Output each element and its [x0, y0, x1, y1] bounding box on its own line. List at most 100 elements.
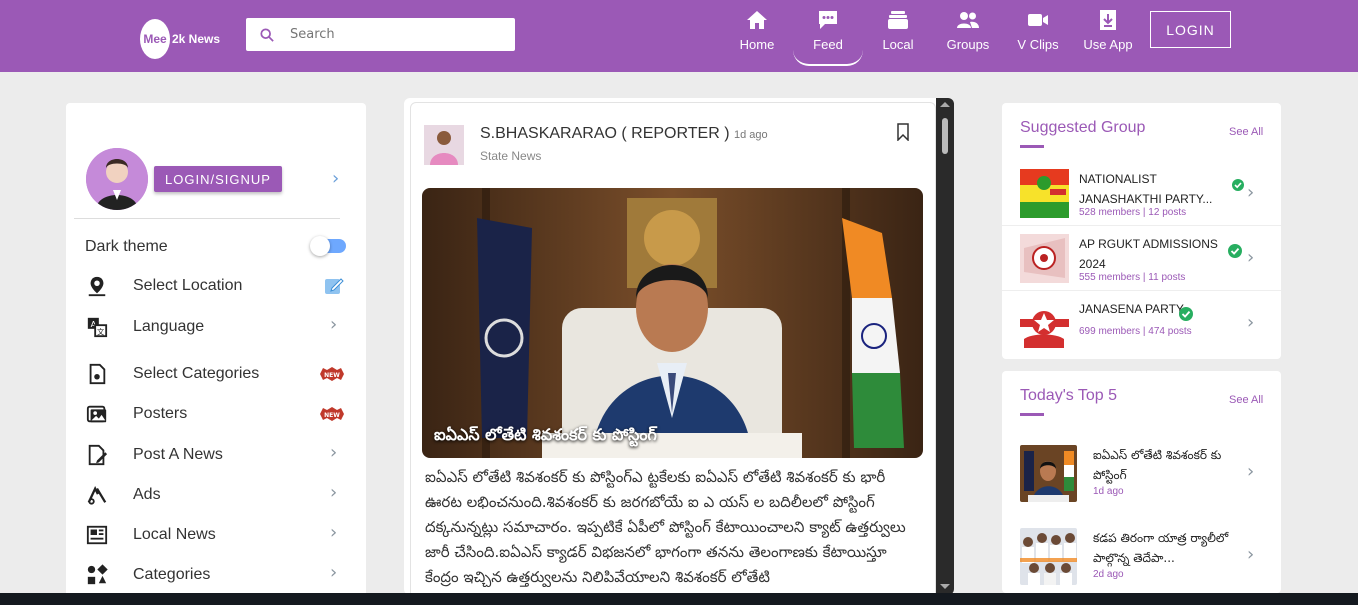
- sidebar-item-ads[interactable]: Ads ›: [66, 479, 366, 511]
- top5-thumbnail: [1020, 528, 1077, 585]
- title-underline: [1020, 413, 1044, 416]
- group-name: AP RGUKT ADMISSIONS 2024: [1079, 237, 1218, 271]
- svg-text:NEW: NEW: [324, 412, 340, 419]
- top5-title-text: ఐఏఎస్ లోతేటి శివశంకర్ కు పోస్టింగ్: [1093, 448, 1222, 482]
- group-item[interactable]: JANASENA PARTY 699 members | 474 posts ›: [1002, 292, 1281, 356]
- suggested-group-title: Suggested Group: [1020, 119, 1146, 136]
- group-thumbnail: [1020, 234, 1069, 283]
- grid-shapes-icon: [87, 564, 108, 585]
- nav-label: Local: [882, 37, 914, 52]
- chevron-right-icon: ›: [1247, 312, 1255, 333]
- language-icon: A文: [87, 317, 108, 338]
- group-logo-icon: [1020, 299, 1069, 348]
- sidebar-item-select-categories[interactable]: Select Categories NEW: [66, 358, 366, 390]
- top-navbar: Mee 2k News Home Feed Local Groups V Cli…: [0, 0, 1358, 72]
- chevron-right-icon: ›: [330, 314, 338, 335]
- feed-scrollbar[interactable]: [936, 98, 954, 595]
- title-underline: [1020, 145, 1044, 148]
- stack-icon: [888, 11, 908, 29]
- chat-icon: [819, 11, 837, 29]
- chevron-right-icon: ›: [330, 482, 338, 503]
- local-news-icon: [86, 525, 108, 545]
- suggested-group-panel: Suggested Group See All NATIONALIST JANA…: [1002, 103, 1281, 359]
- sidebar-item-local-news[interactable]: Local News ›: [66, 519, 366, 551]
- top5-title: Today's Top 5: [1020, 387, 1118, 404]
- nav-label: Use App: [1083, 37, 1133, 52]
- home-icon: [747, 11, 767, 29]
- search-box[interactable]: [246, 18, 515, 51]
- sidebar-item-categories[interactable]: Categories ›: [66, 559, 366, 591]
- chevron-right-icon[interactable]: ›: [332, 168, 339, 189]
- author-avatar[interactable]: [424, 125, 464, 165]
- new-badge-icon: NEW: [320, 367, 344, 381]
- nav-groups[interactable]: Groups: [933, 8, 1003, 52]
- left-sidebar: LOGIN/SIGNUP › Dark theme Select Locatio…: [66, 103, 366, 598]
- author-name-text: S.BHASKARARAO ( REPORTER ): [480, 125, 730, 142]
- ads-icon: [87, 485, 107, 505]
- nav-label: Home: [739, 37, 775, 52]
- categories-file-icon: [89, 363, 106, 385]
- group-logo-icon: [1020, 234, 1069, 283]
- active-tab-indicator: [793, 50, 863, 66]
- scroll-down-arrow-icon[interactable]: [940, 584, 950, 589]
- top5-photo: [1020, 445, 1077, 502]
- video-icon: [1028, 14, 1048, 26]
- post-image-caption: ఐఏఎస్ లోతేటి శివశంకర్ కు పోస్టింగ్: [434, 425, 657, 444]
- nav-use-app[interactable]: Use App: [1073, 8, 1143, 52]
- top5-item[interactable]: కడప తిరంగా యాత్ర ర్యాలీలో పాల్గొన్న తెదే…: [1002, 528, 1281, 598]
- post-image[interactable]: ఐఏఎస్ లోతేటి శివశంకర్ కు పోస్టింగ్: [422, 188, 923, 458]
- sidebar-item-language[interactable]: A文 Language ›: [66, 311, 366, 343]
- group-meta: 528 members | 12 posts: [1079, 207, 1187, 218]
- post-author[interactable]: S.BHASKARARAO ( REPORTER ) 1d ago: [480, 125, 768, 143]
- scrollbar-thumb[interactable]: [942, 118, 948, 154]
- edit-icon[interactable]: [324, 276, 344, 296]
- top5-thumbnail: [1020, 445, 1077, 502]
- verified-check-icon: [1228, 244, 1242, 258]
- search-input[interactable]: [290, 27, 490, 42]
- download-icon: [1100, 10, 1116, 30]
- nav-feed[interactable]: Feed: [793, 8, 863, 52]
- suggested-see-all-link[interactable]: See All: [1229, 126, 1263, 138]
- verified-check-icon: [1232, 179, 1244, 191]
- posters-icon: [86, 405, 107, 423]
- brand-logo[interactable]: Mee 2k News: [140, 19, 220, 59]
- avatar[interactable]: [86, 148, 148, 210]
- groups-icon: [957, 12, 979, 28]
- top5-see-all-link[interactable]: See All: [1229, 394, 1263, 406]
- post-photo: [422, 188, 923, 458]
- chevron-right-icon: ›: [1247, 461, 1255, 482]
- os-taskbar: [0, 593, 1358, 605]
- nav-vclips[interactable]: V Clips: [1003, 8, 1073, 52]
- login-button[interactable]: LOGIN: [1150, 11, 1231, 48]
- post-body-text: ఐఏఎస్ లోతేటి శివశంకర్ కు పోస్టింగ్ఎ ట్టక…: [425, 468, 906, 586]
- verified-check-icon: [1179, 307, 1193, 321]
- dark-theme-label: Dark theme: [85, 238, 168, 255]
- user-avatar-icon: [86, 148, 148, 210]
- group-item[interactable]: AP RGUKT ADMISSIONS 2024 555 members | 1…: [1002, 227, 1281, 291]
- scroll-up-arrow-icon[interactable]: [940, 102, 950, 107]
- login-signup-button[interactable]: LOGIN/SIGNUP: [154, 166, 282, 192]
- dark-theme-toggle[interactable]: [310, 236, 346, 256]
- sidebar-item-select-location[interactable]: Select Location: [66, 270, 366, 302]
- group-meta: 699 members | 474 posts: [1079, 326, 1192, 337]
- sidebar-item-posters[interactable]: Posters NEW: [66, 398, 366, 430]
- nav-home[interactable]: Home: [722, 8, 792, 52]
- group-item[interactable]: NATIONALIST JANASHAKTHI PARTY... 528 mem…: [1002, 162, 1281, 226]
- svg-text:NEW: NEW: [324, 372, 340, 379]
- sidebar-item-label: Posters: [133, 405, 188, 422]
- top5-time: 1d ago: [1093, 486, 1124, 497]
- svg-text:文: 文: [97, 327, 105, 336]
- nav-local[interactable]: Local: [863, 8, 933, 52]
- sidebar-item-label: Local News: [133, 526, 216, 543]
- bookmark-icon[interactable]: [896, 123, 910, 141]
- top5-photo: [1020, 528, 1077, 585]
- chevron-right-icon: ›: [1247, 182, 1255, 203]
- top5-title-text: కడప తిరంగా యాత్ర ర్యాలీలో పాల్గొన్న తెదే…: [1093, 531, 1229, 565]
- top5-item[interactable]: ఐఏఎస్ లోతేటి శివశంకర్ కు పోస్టింగ్ 1d ag…: [1002, 445, 1281, 515]
- sidebar-item-label: Language: [133, 318, 205, 335]
- news-post-card[interactable]: S.BHASKARARAO ( REPORTER ) 1d ago State …: [410, 102, 936, 595]
- sidebar-item-label: Post A News: [133, 446, 223, 463]
- divider: [74, 218, 340, 219]
- group-thumbnail: [1020, 299, 1069, 348]
- sidebar-item-post-a-news[interactable]: Post A News ›: [66, 439, 366, 471]
